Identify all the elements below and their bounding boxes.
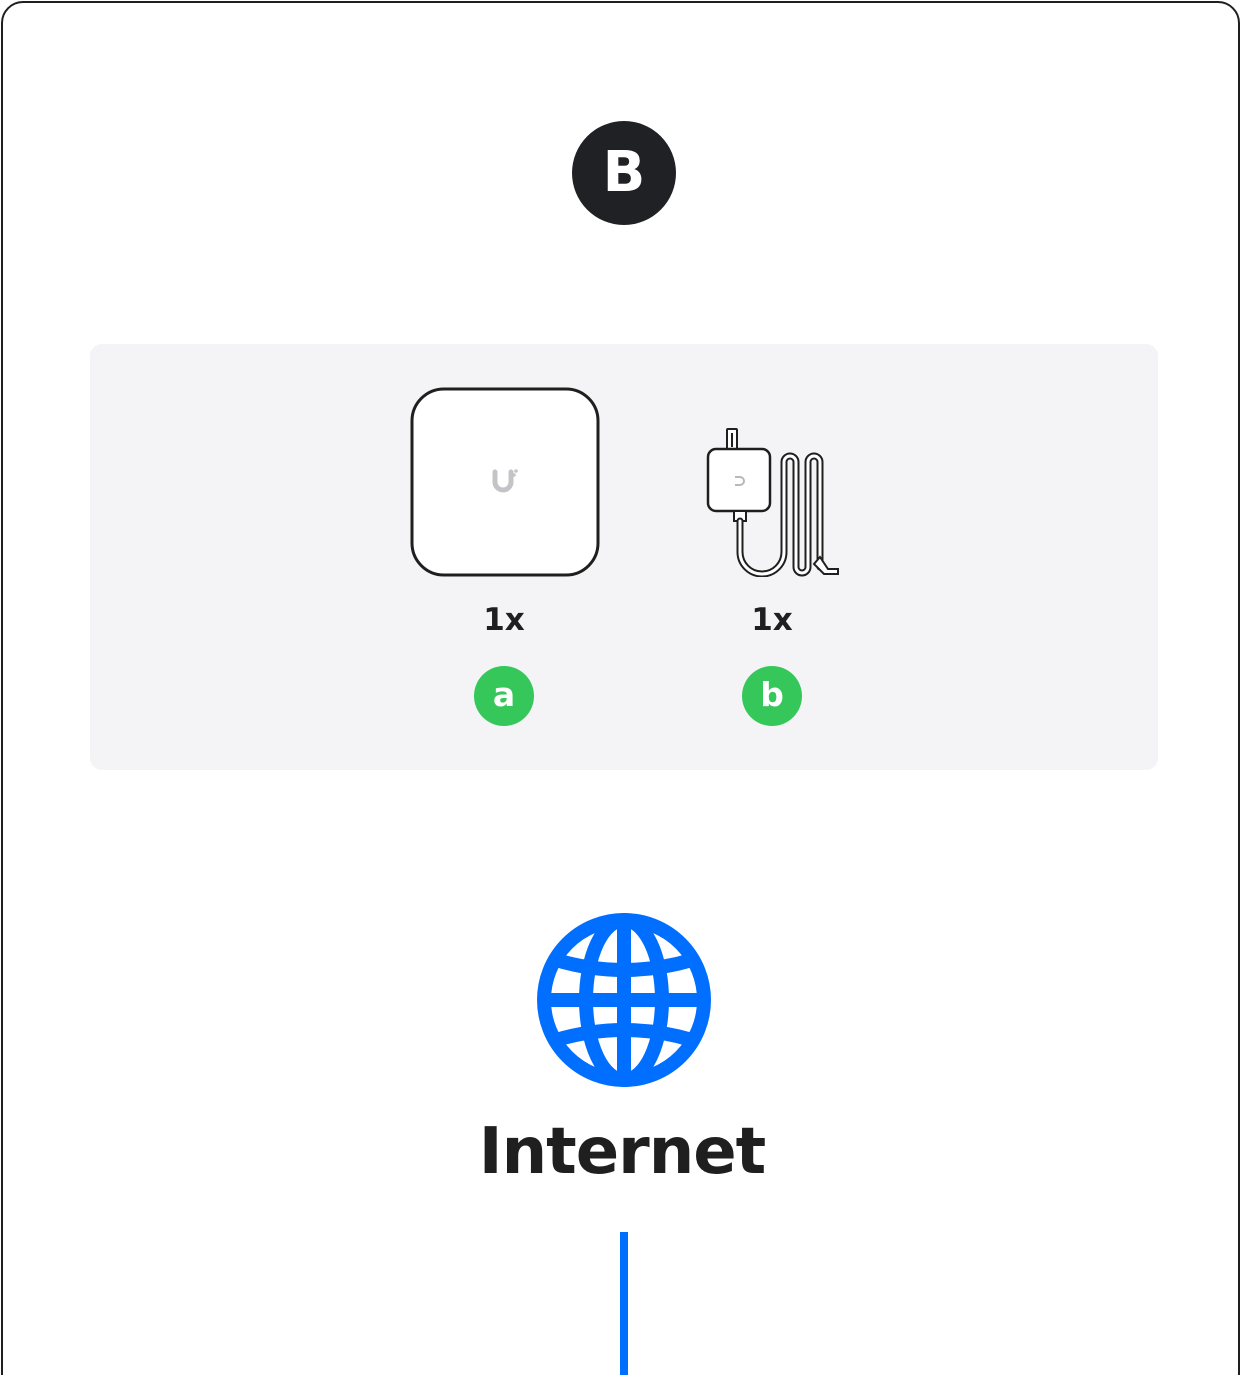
device-icon <box>410 387 600 577</box>
internet-label: Internet <box>478 1115 767 1189</box>
package-contents-panel: 1x 1x a b <box>90 344 1158 770</box>
item-a-quantity: 1x <box>483 602 525 638</box>
item-a-letter-badge: a <box>474 666 534 726</box>
power-adapter-icon <box>706 428 839 577</box>
connection-line <box>620 1232 628 1375</box>
item-b-letter-badge: b <box>742 666 802 726</box>
step-badge: B <box>572 121 676 225</box>
item-b-quantity: 1x <box>751 602 793 638</box>
globe-icon <box>537 913 711 1087</box>
